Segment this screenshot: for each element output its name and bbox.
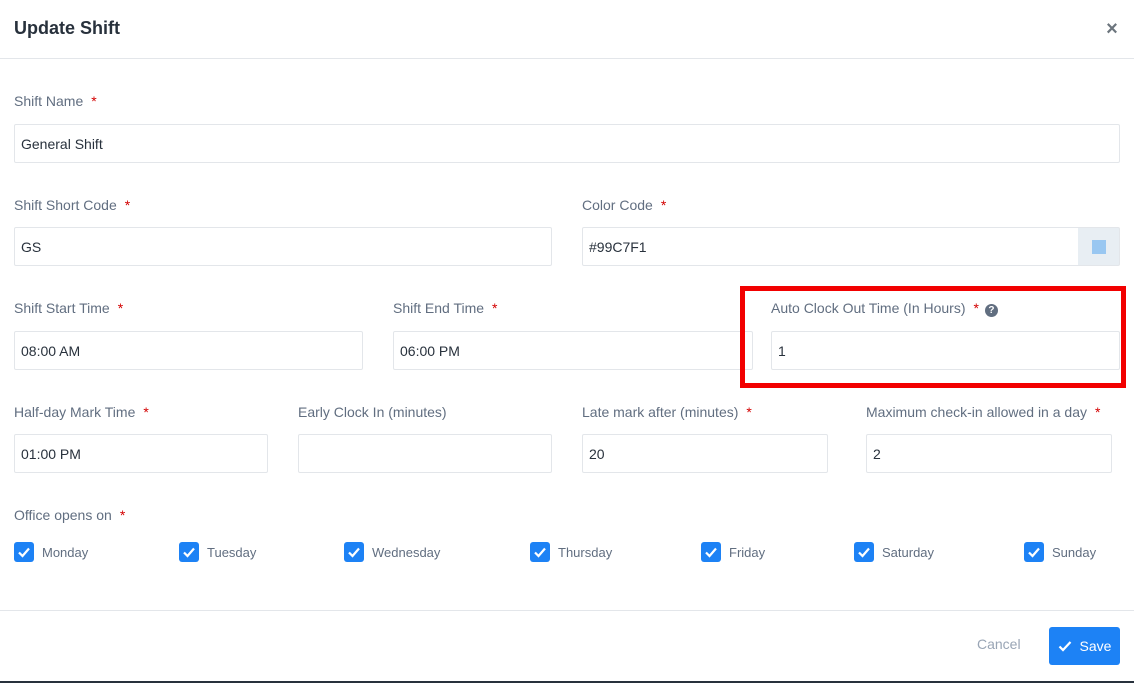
start-time-label: Shift Start Time * <box>14 300 124 316</box>
halfday-mark-input[interactable] <box>14 434 268 473</box>
halfday-mark-label: Half-day Mark Time * <box>14 404 149 420</box>
day-label: Saturday <box>882 544 935 560</box>
checkbox-checked-icon[interactable] <box>854 542 874 562</box>
modal-footer <box>0 610 1134 683</box>
modal-title: Update Shift <box>14 18 120 38</box>
short-code-input[interactable] <box>14 227 552 266</box>
modal-header: Update Shift × <box>0 0 1134 59</box>
checkbox-checked-icon[interactable] <box>701 542 721 562</box>
cancel-button[interactable]: Cancel <box>977 636 1021 652</box>
day-label: Sunday <box>1052 544 1097 560</box>
day-label: Thursday <box>558 544 613 560</box>
color-code-input[interactable] <box>582 227 1079 266</box>
day-checkbox-tuesday[interactable]: Tuesday <box>179 541 256 563</box>
day-checkbox-friday[interactable]: Friday <box>701 541 765 563</box>
end-time-label: Shift End Time * <box>393 300 498 316</box>
day-checkbox-monday[interactable]: Monday <box>14 541 88 563</box>
color-picker-button[interactable] <box>1078 227 1120 266</box>
end-time-input[interactable] <box>393 331 753 370</box>
checkbox-checked-icon[interactable] <box>179 542 199 562</box>
start-time-input[interactable] <box>14 331 363 370</box>
color-swatch <box>1092 240 1106 254</box>
check-icon <box>1058 641 1071 652</box>
day-label: Friday <box>729 544 766 560</box>
day-label: Wednesday <box>372 544 441 560</box>
save-label: Save <box>1079 638 1112 654</box>
checkbox-checked-icon[interactable] <box>530 542 550 562</box>
save-button[interactable]: Save <box>1049 627 1120 665</box>
early-clock-in-label: Early Clock In (minutes) <box>298 404 447 420</box>
short-code-label: Shift Short Code * <box>14 197 131 213</box>
day-checkbox-saturday[interactable]: Saturday <box>854 541 934 563</box>
late-mark-input[interactable] <box>582 434 828 473</box>
shift-name-label: Shift Name * <box>14 93 97 109</box>
color-code-label: Color Code * <box>582 197 667 213</box>
day-label: Monday <box>42 544 89 560</box>
late-mark-label: Late mark after (minutes) * <box>582 404 752 420</box>
max-checkin-label: Maximum check-in allowed in a day * <box>866 404 1101 420</box>
office-opens-label: Office opens on * <box>14 507 126 523</box>
checkbox-checked-icon[interactable] <box>1024 542 1044 562</box>
checkbox-checked-icon[interactable] <box>344 542 364 562</box>
highlight-box <box>740 286 1126 388</box>
day-checkbox-wednesday[interactable]: Wednesday <box>344 541 440 563</box>
day-checkbox-sunday[interactable]: Sunday <box>1024 541 1096 563</box>
early-clock-in-input[interactable] <box>298 434 552 473</box>
day-checkbox-thursday[interactable]: Thursday <box>530 541 612 563</box>
day-label: Tuesday <box>207 544 257 560</box>
checkbox-checked-icon[interactable] <box>14 542 34 562</box>
close-icon[interactable]: × <box>1104 18 1120 40</box>
shift-name-input[interactable] <box>14 124 1120 163</box>
max-checkin-input[interactable] <box>866 434 1112 473</box>
update-shift-modal: Update Shift × Shift Name* Shift Short C… <box>0 0 1134 683</box>
